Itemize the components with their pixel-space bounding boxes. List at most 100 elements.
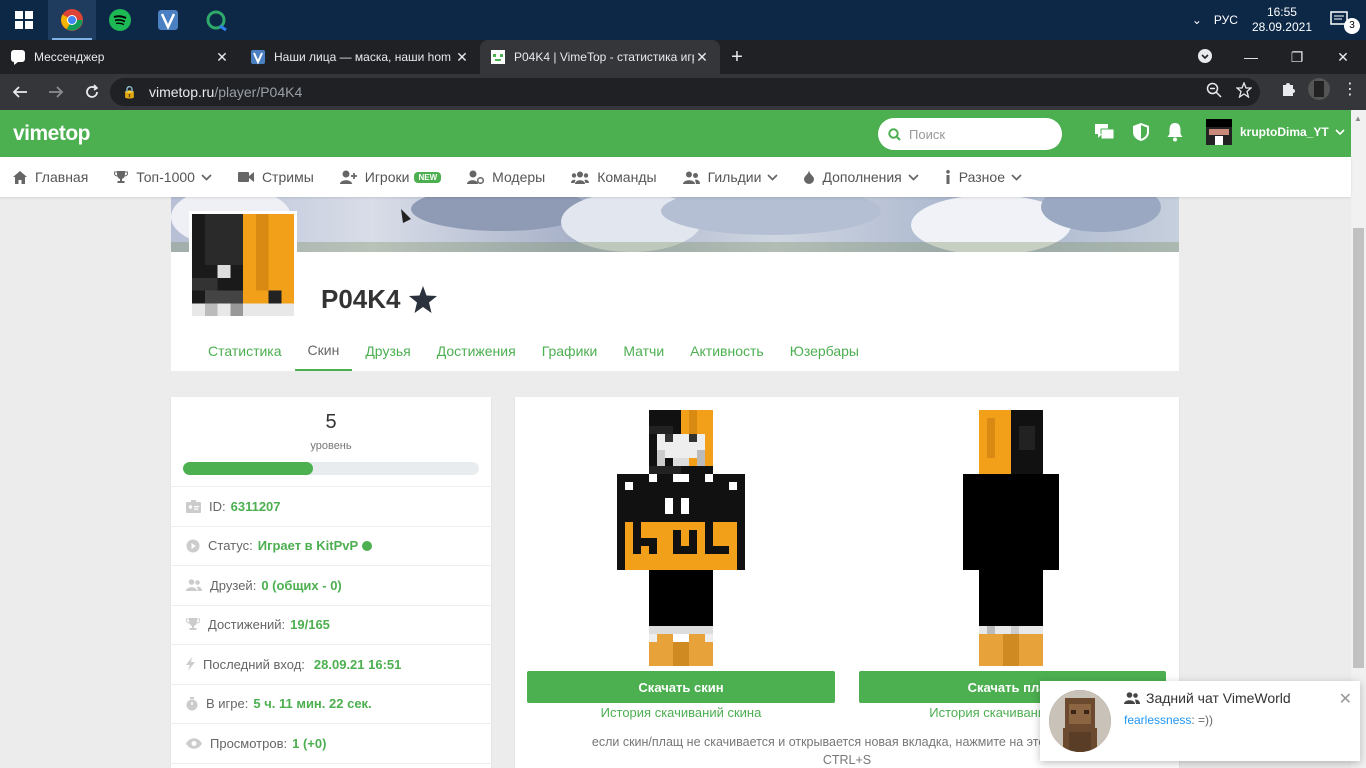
users-icon — [186, 579, 202, 592]
nav-guilds[interactable]: Гильдии — [682, 169, 779, 185]
address-bar[interactable]: 🔒 vimetop.ru /player/P04K4 — [110, 78, 1260, 106]
close-icon[interactable]: ✕ — [1339, 689, 1352, 709]
level-progress-bar — [183, 462, 479, 475]
reload-icon — [86, 84, 99, 98]
tab-title: P04K4 | VimeTop - статистика игр — [514, 50, 694, 64]
scroll-up-icon[interactable]: ▲ — [1354, 114, 1362, 123]
tab-graphs[interactable]: Графики — [529, 330, 611, 371]
nav-top[interactable]: Топ-1000 — [114, 169, 212, 185]
nav-home-label: Главная — [35, 169, 89, 185]
bolt-icon — [186, 657, 195, 672]
close-tab-icon[interactable]: ✕ — [214, 49, 230, 66]
close-window-icon[interactable]: ✕ — [1320, 49, 1366, 66]
url-path: /player/P04K4 — [214, 84, 303, 100]
stat-friends-value[interactable]: 0 (общих - 0) — [261, 578, 341, 593]
scroll-thumb[interactable] — [1353, 228, 1364, 668]
close-tab-icon[interactable]: ✕ — [454, 49, 470, 66]
tab-statistics[interactable]: Статистика — [195, 330, 295, 371]
play-circle-icon — [186, 539, 200, 553]
tab-search-icon[interactable] — [1182, 48, 1228, 67]
shield-icon[interactable] — [1132, 122, 1150, 142]
trophy-icon — [114, 171, 129, 183]
close-tab-icon[interactable]: ✕ — [694, 49, 710, 66]
chat-icon[interactable] — [1094, 122, 1116, 142]
tray-chevron-icon[interactable]: ⌄ — [1192, 13, 1202, 27]
menu-dots-icon[interactable]: ⋮ — [1342, 79, 1358, 99]
chat-popup[interactable]: Задний чат VimeWorld fearlessness: =)) ✕ — [1040, 681, 1360, 761]
chat-title-text: Задний чат VimeWorld — [1146, 690, 1291, 706]
messenger-favicon-icon — [11, 50, 25, 65]
skin-front-view — [617, 410, 745, 666]
tab-skin[interactable]: Скин — [294, 330, 353, 371]
stat-status-value: Играет в KitPvP — [257, 538, 359, 554]
site-logo[interactable]: vimetop — [13, 122, 91, 146]
search-input[interactable] — [909, 126, 1049, 142]
profile-avatar[interactable] — [1308, 78, 1330, 100]
nav-teams[interactable]: Команды — [571, 169, 657, 185]
tab-achievements[interactable]: Достижения — [424, 330, 529, 371]
stat-achievements-value[interactable]: 19/165 — [290, 617, 330, 632]
tab-activity[interactable]: Активность — [677, 330, 777, 371]
browser-tabbar: Мессенджер ✕ Наши лица — маска, наши hom… — [0, 40, 1366, 74]
nav-home[interactable]: Главная — [13, 169, 88, 185]
nav-streams[interactable]: Стримы — [237, 169, 314, 185]
nav-moders[interactable]: Модеры — [467, 169, 545, 185]
language-indicator[interactable]: РУС — [1214, 13, 1238, 27]
bookmark-star-icon[interactable] — [1236, 82, 1252, 98]
tab-messenger[interactable]: Мессенджер ✕ — [0, 40, 240, 74]
stat-status-label: Статус: — [208, 538, 253, 554]
url-host: vimetop.ru — [148, 84, 215, 100]
player-name-text: P04K4 — [321, 284, 401, 314]
taskbar-spotify[interactable] — [96, 0, 144, 40]
user-plus-icon — [339, 170, 357, 184]
window-controls: — ❐ ✕ — [1182, 40, 1366, 74]
download-skin-button[interactable]: Скачать скин — [527, 671, 835, 703]
page-scrollbar[interactable]: ▲ — [1351, 110, 1366, 768]
clock-date: 28.09.2021 — [1251, 20, 1312, 34]
forward-button[interactable] — [40, 76, 72, 108]
user-menu[interactable]: kruptoDima_YT — [1206, 119, 1345, 145]
search-icon — [888, 127, 901, 141]
chrome-icon — [61, 9, 83, 31]
tab-masks[interactable]: Наши лица — маска, наши hom ✕ — [240, 40, 480, 74]
chat-author[interactable]: fearlessness — [1124, 713, 1191, 727]
tab-userbars[interactable]: Юзербары — [777, 330, 872, 371]
restore-icon[interactable]: ❐ — [1274, 49, 1320, 66]
chevron-down-icon — [201, 173, 212, 181]
start-button[interactable] — [0, 0, 48, 40]
stat-id-label: ID: — [209, 498, 226, 514]
online-indicator — [362, 540, 373, 551]
windows-taskbar: ⌄ РУС 16:55 28.09.2021 3 — [0, 0, 1366, 40]
users-icon — [571, 171, 590, 184]
tab-vimetop[interactable]: P04K4 | VimeTop - статистика игр ✕ — [480, 40, 720, 74]
notification-count: 3 — [1344, 17, 1360, 34]
zoom-icon[interactable] — [1206, 82, 1222, 98]
star-icon[interactable] — [408, 286, 437, 313]
search-box[interactable] — [878, 118, 1062, 150]
player-name: P04K4 — [321, 284, 437, 315]
level-progress-fill — [183, 462, 314, 475]
level-value: 5 — [325, 411, 337, 433]
lock-icon[interactable]: 🔒 — [122, 85, 137, 99]
tab-matches[interactable]: Матчи — [610, 330, 677, 371]
minimize-icon[interactable]: — — [1228, 49, 1274, 65]
extensions-puzzle-icon[interactable] — [1280, 81, 1296, 97]
taskbar-app[interactable] — [192, 0, 240, 40]
clock[interactable]: 16:55 28.09.2021 — [1252, 5, 1312, 35]
taskbar-vimeworld[interactable] — [144, 0, 192, 40]
nav-players-label: Игроки — [364, 169, 410, 185]
profile-tabs: Статистика Скин Друзья Достижения График… — [195, 330, 872, 371]
notification-center[interactable]: 3 — [1330, 10, 1360, 34]
nav-misc[interactable]: Разное — [945, 169, 1022, 185]
tab-friends[interactable]: Друзья — [352, 330, 423, 371]
skin-history-link[interactable]: История скачиваний скина — [527, 705, 835, 720]
drop-icon — [804, 170, 815, 184]
bell-icon[interactable] — [1166, 122, 1184, 142]
back-button[interactable] — [4, 76, 36, 108]
nav-players[interactable]: Игроки NEW — [339, 169, 442, 185]
new-tab-button[interactable]: + — [720, 40, 754, 74]
taskbar-chrome[interactable] — [48, 0, 96, 40]
profile-banner — [171, 197, 1179, 252]
reload-button[interactable] — [76, 76, 108, 108]
nav-addons[interactable]: Дополнения — [804, 169, 919, 185]
